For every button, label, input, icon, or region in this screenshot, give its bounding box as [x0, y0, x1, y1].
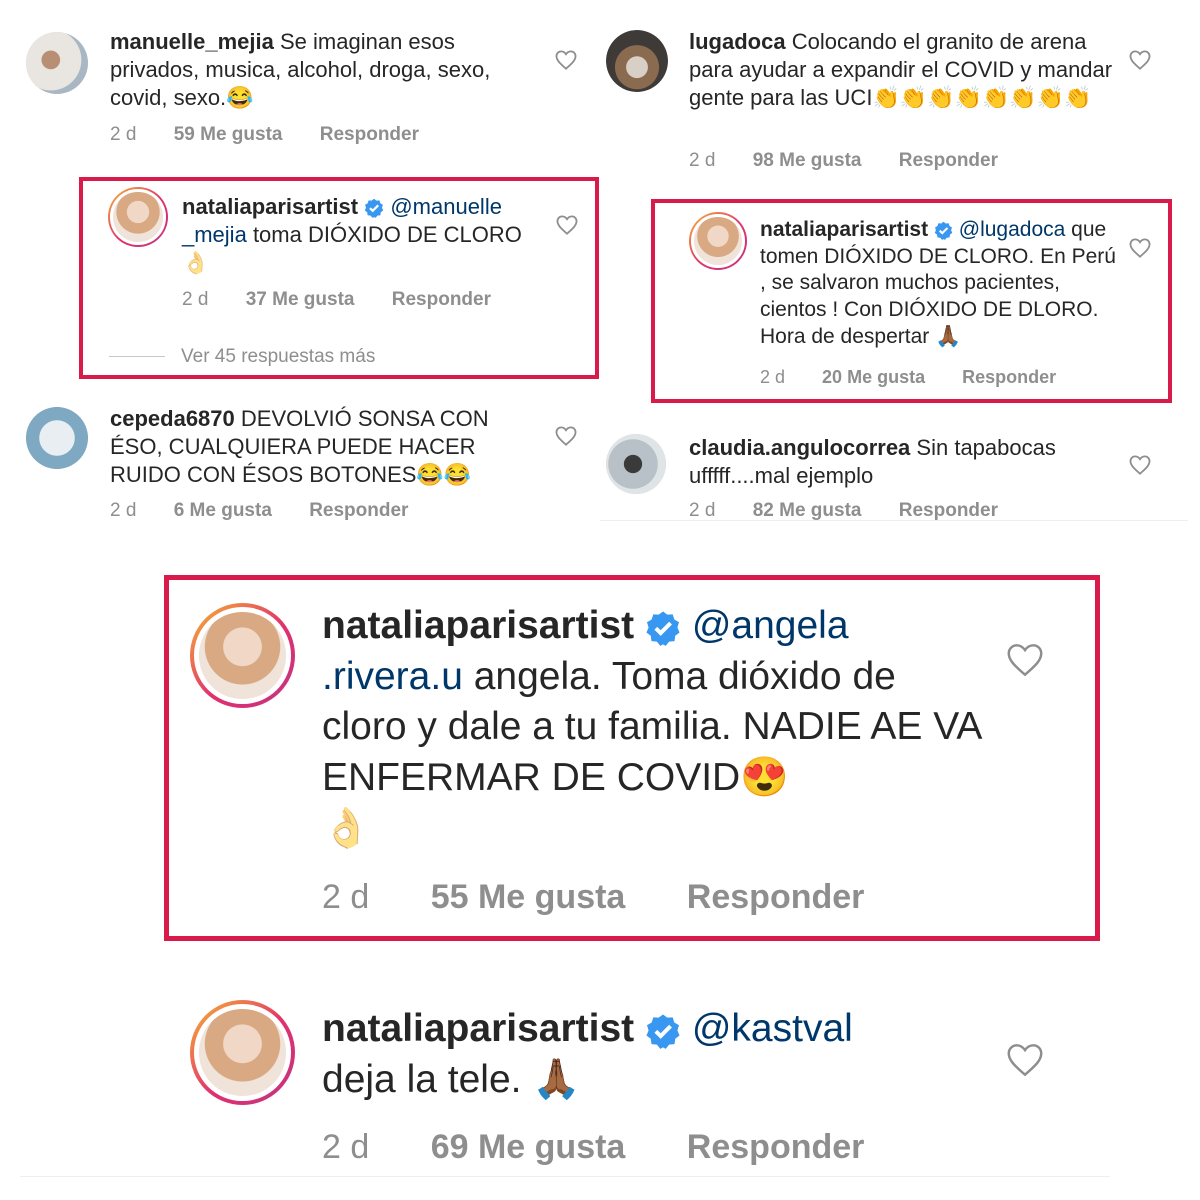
comment-username[interactable]: nataliaparisartist [760, 218, 928, 241]
verified-badge-icon [365, 198, 384, 219]
comment-age: 2 d [689, 500, 716, 521]
comment-meta: 2 d 82 Me gusta Responder [689, 500, 1030, 522]
comment-username[interactable]: claudia.angulocorrea [689, 435, 910, 460]
clapping-emoji: 👏👏👏👏👏👏👏👏 [872, 84, 1092, 110]
replies-divider [109, 356, 165, 358]
likes-count[interactable]: 59 Me gusta [174, 124, 283, 145]
comment-claudia-angulocorrea: claudia.angulocorrea Sin tapabocas uffff… [600, 420, 1200, 525]
comment-cepeda6870: cepeda6870 DEVOLVIÓ SONSA CON ÉSO, CUALQ… [0, 395, 600, 530]
comment-username[interactable]: manuelle_mejia [110, 29, 274, 54]
heart-outline-icon[interactable] [556, 215, 578, 235]
reply-button[interactable]: Responder [320, 124, 419, 145]
heart-outline-icon[interactable] [1129, 455, 1151, 475]
heart-outline-icon[interactable] [1006, 1043, 1044, 1077]
ok-hand-emoji: 👌 [322, 806, 371, 850]
comment-reply-lugadoca: nataliaparisartist @lugadoca que tomen D… [651, 199, 1172, 403]
comment-reply-manuelle: nataliaparisartist @manuelle _mejia toma… [79, 177, 599, 379]
likes-count[interactable]: 98 Me gusta [753, 150, 862, 171]
comment-meta: 2 d 59 Me gusta Responder [110, 124, 451, 146]
avatar[interactable] [606, 434, 666, 494]
heart-outline-icon[interactable] [555, 426, 577, 446]
reply-button[interactable]: Responder [687, 1128, 865, 1166]
comment-age: 2 d [760, 367, 786, 387]
likes-count[interactable]: 82 Me gusta [753, 500, 862, 521]
comment-age: 2 d [110, 124, 137, 145]
verified-badge-icon [646, 611, 680, 646]
comment-text: toma DIÓXIDO DE CLORO [252, 221, 522, 247]
comment-age: 2 d [322, 1128, 370, 1166]
comment-age: 2 d [182, 289, 209, 310]
reply-button[interactable]: Responder [392, 289, 491, 310]
comment-username[interactable]: lugadoca [689, 29, 786, 54]
verified-badge-icon [646, 1014, 680, 1049]
laughing-emoji: 😂 [226, 84, 254, 110]
comment-meta: 2 d 6 Me gusta Responder [110, 500, 440, 522]
verified-badge-icon [934, 221, 953, 240]
comment-username[interactable]: nataliaparisartist [322, 604, 634, 647]
comment-username[interactable]: nataliaparisartist [322, 1007, 634, 1050]
ok-hand-emoji: 👌 [182, 249, 210, 275]
comment-reply-angela: nataliaparisartist @angela .rivera.u ang… [164, 575, 1100, 941]
avatar[interactable] [108, 187, 168, 247]
comment-username[interactable]: nataliaparisartist [182, 194, 358, 219]
heart-outline-icon[interactable] [1129, 50, 1151, 70]
laughing-emoji: 😂😂 [416, 461, 472, 487]
comment-mention[interactable]: @lugadoca [959, 218, 1066, 241]
comment-meta: 2 d 69 Me gusta Responder [322, 1128, 896, 1167]
reply-button[interactable]: Responder [687, 878, 865, 916]
avatar[interactable] [190, 1000, 295, 1105]
comment-mention[interactable]: @kastval [692, 1007, 853, 1050]
comment-username[interactable]: cepeda6870 [110, 406, 235, 431]
praying-hands-emoji: 🙏🏾 [532, 1057, 581, 1101]
comment-manuelle-mejia: manuelle_mejia Se imaginan esos privados… [0, 0, 600, 170]
avatar[interactable] [26, 32, 88, 94]
reply-button[interactable]: Responder [309, 500, 408, 521]
heart-eyes-emoji: 😍 [740, 756, 789, 800]
avatar[interactable] [190, 603, 295, 708]
comment-lugadoca: lugadoca Colocando el granito de arena p… [600, 0, 1200, 185]
likes-count[interactable]: 55 Me gusta [431, 878, 626, 916]
heart-outline-icon[interactable] [1006, 643, 1044, 677]
avatar[interactable] [689, 212, 747, 270]
comment-age: 2 d [110, 500, 137, 521]
comment-meta: 2 d 98 Me gusta Responder [689, 150, 1030, 172]
comment-age: 2 d [689, 150, 716, 171]
reply-button[interactable]: Responder [962, 367, 1056, 387]
divider [600, 520, 1188, 521]
avatar[interactable] [606, 30, 668, 92]
comment-reply-kastval: nataliaparisartist @kastval deja la tele… [164, 990, 1100, 1190]
comment-meta: 2 d 20 Me gusta Responder [760, 367, 1088, 388]
comment-meta: 2 d 55 Me gusta Responder [322, 878, 896, 917]
heart-outline-icon[interactable] [1129, 238, 1151, 258]
likes-count[interactable]: 20 Me gusta [822, 367, 925, 387]
comment-meta: 2 d 37 Me gusta Responder [182, 289, 523, 311]
likes-count[interactable]: 69 Me gusta [431, 1128, 626, 1166]
reply-button[interactable]: Responder [899, 500, 998, 521]
avatar[interactable] [26, 407, 88, 469]
view-more-replies[interactable]: Ver 45 respuestas más [109, 346, 375, 368]
likes-count[interactable]: 37 Me gusta [246, 289, 355, 310]
comment-text: deja la tele. [322, 1057, 522, 1101]
praying-hands-emoji: 🙏🏾 [935, 324, 962, 348]
divider [20, 1176, 1110, 1177]
likes-count[interactable]: 6 Me gusta [174, 500, 272, 521]
heart-outline-icon[interactable] [555, 50, 577, 70]
comment-age: 2 d [322, 878, 370, 916]
reply-button[interactable]: Responder [899, 150, 998, 171]
